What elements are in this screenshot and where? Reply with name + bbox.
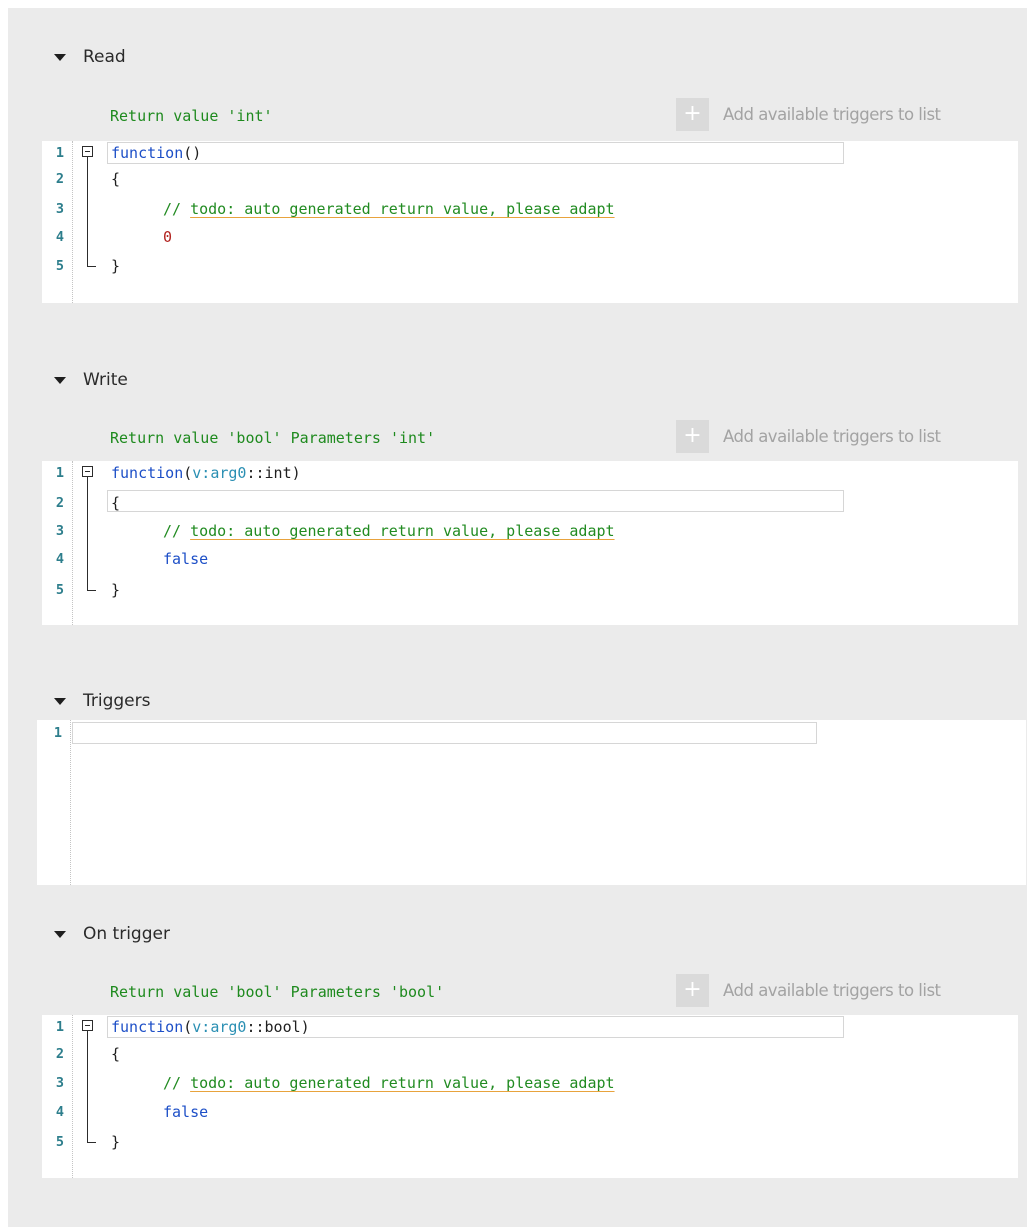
code-line: 1 function(v:arg0::bool) [42,1015,1018,1039]
section-header-write[interactable]: Write [54,368,128,392]
plus-icon: + [676,97,709,131]
code-line: 4 false [42,547,1018,571]
line-number: 5 [55,1134,64,1150]
code-line: 1 [37,721,1026,745]
return-value-literal: false [163,1103,209,1121]
return-value-label-write: Return value 'bool' Parameters 'int' [110,429,436,447]
fold-minus-icon[interactable] [82,466,93,477]
section-title-triggers: Triggers [83,691,151,711]
line-number: 3 [55,201,64,217]
code-editor-on-trigger[interactable]: 1 function(v:arg0::bool) 2 { 3 // todo: … [42,1015,1018,1178]
code-line: 4 false [42,1100,1018,1124]
line-number: 5 [55,258,64,274]
todo-comment: todo: auto generated return value, pleas… [190,1074,615,1092]
line-number: 1 [55,465,64,481]
section-title-write: Write [83,370,128,390]
code-line: 2 { [42,167,1018,191]
line-number: 4 [55,551,64,567]
parameter-name: v:arg0 [192,1018,247,1036]
triangle-down-icon [54,930,66,938]
return-value-label-read: Return value 'int' [110,107,273,125]
code-line: 1 function(v:arg0::int) [42,461,1018,485]
triangle-down-icon [54,697,66,705]
add-triggers-button-write[interactable]: + Add available triggers to list [676,419,941,453]
line-number: 1 [55,1019,64,1035]
section-header-read[interactable]: Read [54,45,126,69]
triangle-down-icon [54,53,66,61]
code-editor-write[interactable]: 1 function(v:arg0::int) 2 { 3 // todo: a… [42,461,1018,625]
function-keyword: function [111,144,184,162]
section-header-triggers[interactable]: Triggers [54,689,151,713]
line-number: 5 [55,582,64,598]
section-title-read: Read [83,47,126,67]
fold-minus-icon[interactable] [82,1020,93,1031]
fold-minus-icon[interactable] [82,146,93,157]
code-line: 3 // todo: auto generated return value, … [42,1071,1018,1095]
code-line: 2 { [42,1042,1018,1066]
plus-icon: + [676,973,709,1007]
parameter-name: v:arg0 [192,464,247,482]
code-line: 4 0 [42,225,1018,249]
function-keyword: function [111,1018,184,1036]
code-line: 1 function() [42,141,1018,165]
add-triggers-label: Add available triggers to list [723,426,941,446]
add-triggers-label: Add available triggers to list [723,104,941,124]
code-editor-triggers[interactable]: 1 [37,720,1026,885]
line-number: 2 [55,1046,64,1062]
triangle-down-icon [54,376,66,384]
line-number: 4 [55,1104,64,1120]
code-line: 5 } [42,578,1018,602]
line-number: 2 [55,171,64,187]
code-line: 5 } [42,1130,1018,1154]
return-value-label-on-trigger: Return value 'bool' Parameters 'bool' [110,983,445,1001]
code-line: 3 // todo: auto generated return value, … [42,519,1018,543]
add-triggers-button-on-trigger[interactable]: + Add available triggers to list [676,973,941,1007]
line-number: 1 [55,145,64,161]
code-editor-read[interactable]: 1 function() 2 { 3 // todo: auto generat… [42,141,1018,303]
return-value-literal: false [163,550,209,568]
section-title-on-trigger: On trigger [83,924,170,944]
return-value-literal: 0 [163,228,173,246]
line-number: 2 [55,495,64,511]
todo-comment: todo: auto generated return value, pleas… [190,200,615,218]
function-keyword: function [111,464,184,482]
section-header-on-trigger[interactable]: On trigger [54,922,170,946]
add-triggers-label: Add available triggers to list [723,980,941,1000]
todo-comment: todo: auto generated return value, pleas… [190,522,615,540]
code-line: 3 // todo: auto generated return value, … [42,197,1018,221]
add-triggers-button-read[interactable]: + Add available triggers to list [676,97,941,131]
line-number: 1 [53,725,62,741]
plus-icon: + [676,419,709,453]
line-number: 3 [55,523,64,539]
code-line: 2 { [42,491,1018,515]
code-line: 5 } [42,254,1018,278]
line-number: 3 [55,1075,64,1091]
line-number: 4 [55,229,64,245]
